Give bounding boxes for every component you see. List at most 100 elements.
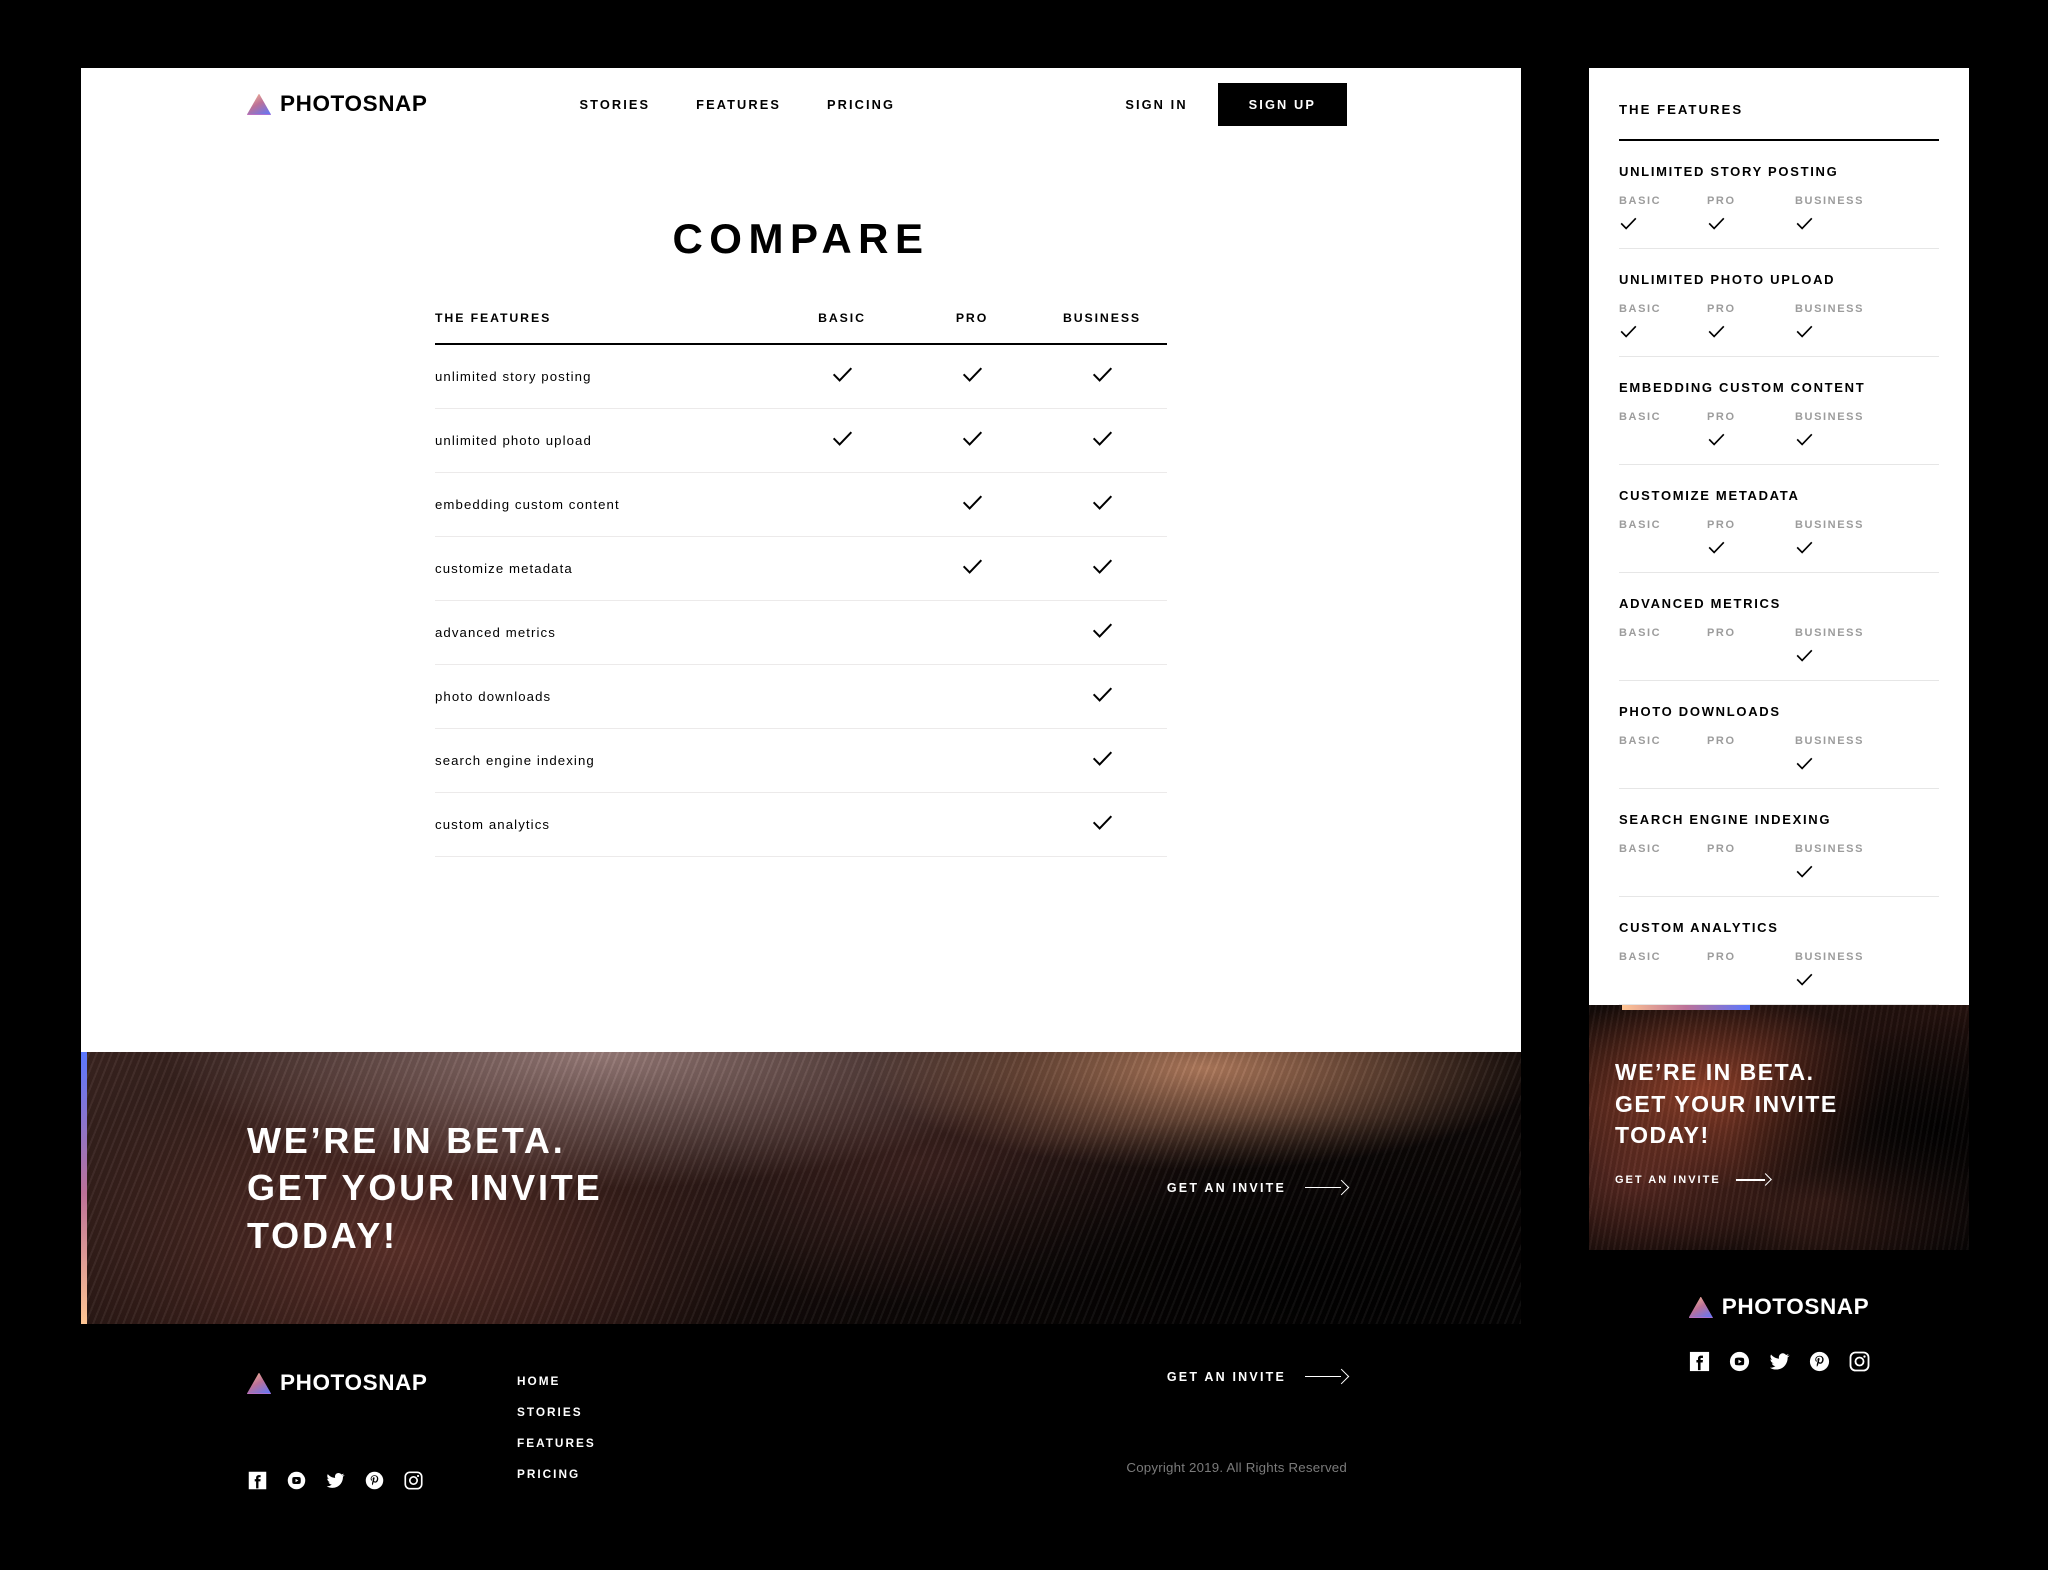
feature-label: custom analytics: [435, 817, 551, 832]
table-row: customize metadata: [435, 537, 1167, 601]
mobile-cell-pro: PRO: [1707, 627, 1795, 666]
column-header-pro: PRO: [955, 311, 989, 325]
mobile-get-invite-link[interactable]: GET AN INVITE: [1615, 1173, 1943, 1186]
twitter-icon[interactable]: [325, 1470, 346, 1491]
mobile-feature-label: UNLIMITED PHOTO UPLOAD: [1619, 272, 1836, 287]
mobile-plan-label-basic: BASIC: [1619, 519, 1662, 531]
social-links: [247, 1470, 517, 1491]
sign-up-button[interactable]: SIGN UP: [1217, 82, 1347, 126]
mobile-beta-heading-line-2: GET YOUR INVITE: [1615, 1090, 1838, 1117]
mobile-cell-business: BUSINESS: [1795, 195, 1883, 234]
footer-link-stories[interactable]: STORIES: [517, 1405, 596, 1419]
beta-get-invite-link[interactable]: GET AN INVITE: [1166, 1179, 1350, 1196]
mobile-cell-basic: BASIC: [1619, 303, 1707, 342]
nav-item-features[interactable]: FEATURES: [696, 97, 781, 112]
sign-in-link[interactable]: SIGN IN: [1125, 97, 1187, 112]
table-row: embedding custom content: [435, 473, 1167, 537]
mobile-feature-label: PHOTO DOWNLOADS: [1619, 704, 1781, 719]
mobile-footer-logo[interactable]: PHOTOSNAP: [1589, 1294, 1969, 1320]
feature-label: unlimited story posting: [435, 369, 592, 384]
feature-label: search engine indexing: [435, 753, 595, 768]
mobile-feature-label: ADVANCED METRICS: [1619, 596, 1782, 611]
column-header-business: BUSINESS: [1062, 311, 1142, 325]
pinterest-icon[interactable]: [364, 1470, 385, 1491]
table-row: photo downloads: [435, 665, 1167, 729]
mobile-cell-business: BUSINESS: [1795, 627, 1883, 666]
mobile-feature-block: ADVANCED METRICS BASIC PRO BUSINESS: [1619, 573, 1939, 681]
footer-link-home[interactable]: HOME: [517, 1374, 596, 1388]
column-header-features: THE FEATURES: [435, 311, 552, 325]
mobile-feature-block: SEARCH ENGINE INDEXING BASIC PRO BUSINESS: [1619, 789, 1939, 897]
feature-label: customize metadata: [435, 561, 573, 576]
table-body: unlimited story posting unlimited photo u…: [435, 345, 1167, 857]
mobile-plan-label-business: BUSINESS: [1795, 735, 1865, 747]
table-row: custom analytics: [435, 793, 1167, 857]
screenshot-root: PHOTOSNAP STORIES FEATURES PRICING SIGN …: [0, 0, 2048, 1570]
nav-item-stories[interactable]: STORIES: [580, 97, 651, 112]
mobile-feature-label: SEARCH ENGINE INDEXING: [1619, 812, 1832, 827]
beta-heading-line-3: TODAY!: [247, 1214, 398, 1256]
mobile-plan-label-business: BUSINESS: [1795, 627, 1865, 639]
footer-logo-text: PHOTOSNAP: [280, 1370, 428, 1395]
instagram-icon[interactable]: [403, 1470, 424, 1491]
instagram-icon[interactable]: [1848, 1350, 1871, 1378]
copyright-text: Copyright 2019. All Rights Reserved: [1126, 1460, 1347, 1475]
mobile-feature-block: EMBEDDING CUSTOM CONTENT BASIC PRO BUSINESS: [1619, 357, 1939, 465]
mobile-cell-business: BUSINESS: [1795, 951, 1883, 990]
mobile-plan-label-business: BUSINESS: [1795, 411, 1865, 423]
beta-heading: WE’RE IN BETA. GET YOUR INVITE TODAY!: [247, 1117, 602, 1260]
facebook-icon[interactable]: [247, 1470, 268, 1491]
triangle-logo-icon: [1688, 1296, 1713, 1318]
cell-business: [1037, 683, 1167, 711]
footer-get-invite-link[interactable]: GET AN INVITE: [1166, 1368, 1350, 1385]
auth-actions: SIGN IN SIGN UP: [1125, 82, 1521, 126]
mobile-cell-business: BUSINESS: [1795, 519, 1883, 558]
cell-business: [1037, 363, 1167, 391]
mobile-plan-label-pro: PRO: [1707, 627, 1736, 639]
footer-link-features[interactable]: FEATURES: [517, 1436, 596, 1450]
cell-business: [1037, 811, 1167, 839]
facebook-icon[interactable]: [1688, 1350, 1711, 1378]
cell-business: [1037, 619, 1167, 647]
youtube-icon[interactable]: [1728, 1350, 1751, 1378]
footer-logo[interactable]: PHOTOSNAP: [247, 1370, 517, 1396]
beta-heading-line-1: WE’RE IN BETA.: [247, 1119, 566, 1161]
cell-business: [1037, 491, 1167, 519]
mobile-cell-business: BUSINESS: [1795, 303, 1883, 342]
mobile-plan-label-pro: PRO: [1707, 195, 1736, 207]
mobile-cell-basic: BASIC: [1619, 195, 1707, 234]
site-header: PHOTOSNAP STORIES FEATURES PRICING SIGN …: [81, 68, 1521, 140]
feature-label: embedding custom content: [435, 497, 620, 512]
logo[interactable]: PHOTOSNAP: [247, 91, 428, 117]
pinterest-icon[interactable]: [1808, 1350, 1831, 1378]
feature-label: advanced metrics: [435, 625, 556, 640]
mobile-plan-label-basic: BASIC: [1619, 951, 1662, 963]
triangle-logo-icon: [247, 1372, 271, 1394]
youtube-icon[interactable]: [286, 1470, 307, 1491]
mobile-plan-label-pro: PRO: [1707, 519, 1736, 531]
cell-business: [1037, 555, 1167, 583]
mobile-cell-pro: PRO: [1707, 951, 1795, 990]
twitter-icon[interactable]: [1768, 1350, 1791, 1378]
mobile-feature-label: EMBEDDING CUSTOM CONTENT: [1619, 380, 1866, 395]
compare-table: THE FEATURES BASIC PRO BUSINESS unlimite…: [435, 311, 1167, 857]
footer-cta-label: GET AN INVITE: [1166, 1370, 1286, 1384]
mobile-feature-label: CUSTOM ANALYTICS: [1619, 920, 1779, 935]
mobile-cell-pro: PRO: [1707, 411, 1795, 450]
triangle-logo-icon: [247, 93, 271, 115]
mobile-cell-business: BUSINESS: [1795, 411, 1883, 450]
beta-heading-line-2: GET YOUR INVITE: [247, 1167, 603, 1209]
mobile-plan-label-pro: PRO: [1707, 951, 1736, 963]
table-row: unlimited photo upload: [435, 409, 1167, 473]
site-footer: PHOTOSNAP HOME STORIES FEATURES PRICING …: [81, 1324, 1521, 1570]
footer-link-pricing[interactable]: PRICING: [517, 1467, 596, 1481]
nav-item-pricing[interactable]: PRICING: [827, 97, 895, 112]
mobile-cell-basic: BASIC: [1619, 519, 1707, 558]
table-header-row: THE FEATURES BASIC PRO BUSINESS: [435, 311, 1167, 343]
beta-cta-label: GET AN INVITE: [1166, 1181, 1286, 1195]
desktop-mockup: PHOTOSNAP STORIES FEATURES PRICING SIGN …: [81, 68, 1521, 1570]
mobile-beta-heading-line-1: WE’RE IN BETA.: [1615, 1059, 1815, 1085]
mobile-plan-label-basic: BASIC: [1619, 303, 1662, 315]
mobile-feature-block: CUSTOMIZE METADATA BASIC PRO BUSINESS: [1619, 465, 1939, 573]
mobile-plan-label-business: BUSINESS: [1795, 951, 1865, 963]
